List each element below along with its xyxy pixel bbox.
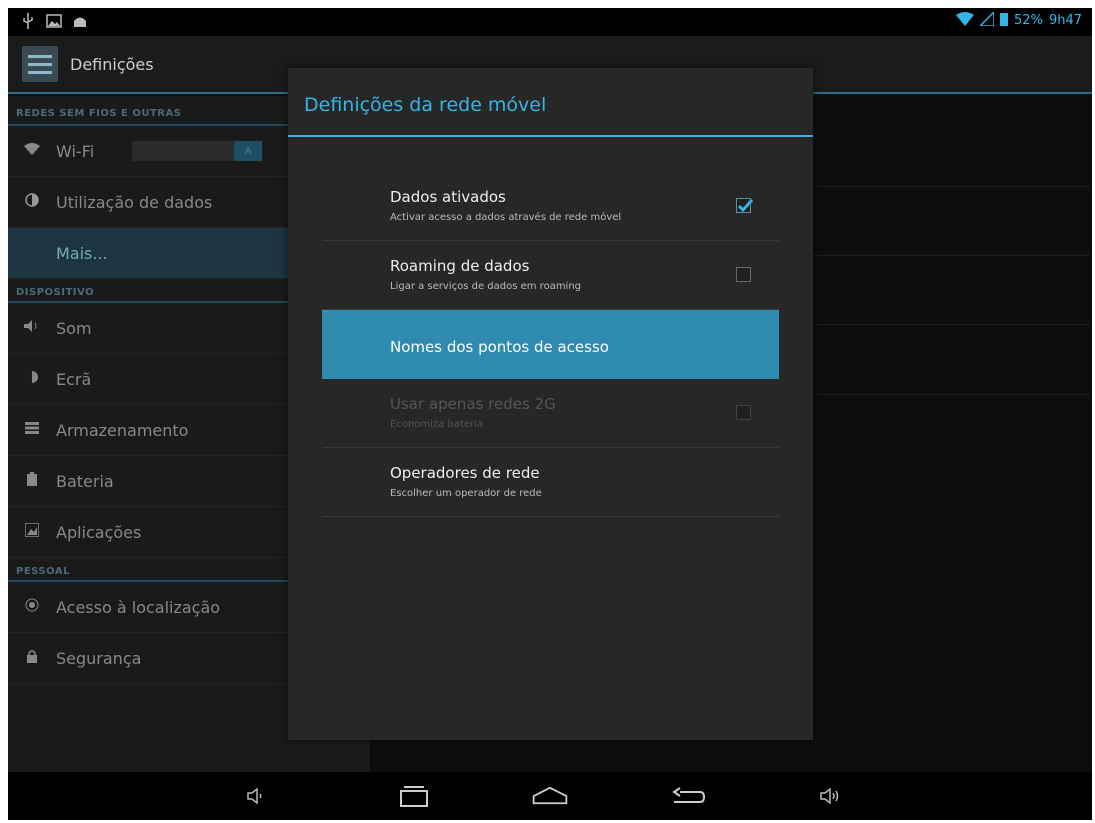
option-data-roaming[interactable]: Roaming de dados Ligar a serviços de dad…: [322, 241, 779, 310]
system-icons: 52% 9h47: [956, 10, 1082, 29]
dialog-title: Definições da rede móvel: [304, 94, 547, 116]
brightness-icon: [20, 370, 44, 388]
sidebar-item-label: Som: [56, 318, 92, 338]
sidebar-item-label: Ecrã: [56, 369, 92, 389]
option-data-enabled[interactable]: Dados ativados Activar acesso a dados at…: [322, 172, 779, 241]
app-title: Definições: [70, 55, 154, 74]
option-title: Usar apenas redes 2G: [390, 395, 556, 413]
option-subtitle: Ligar a serviços de dados em roaming: [390, 281, 582, 292]
sidebar-item-label: Segurança: [56, 648, 142, 668]
status-bar: 52% 9h47: [8, 8, 1092, 36]
option-access-point-names[interactable]: Nomes dos pontos de acesso: [322, 310, 779, 379]
option-subtitle: Activar acesso a dados através de rede m…: [390, 212, 622, 223]
navigation-bar: [8, 772, 1092, 820]
storage-icon: [20, 422, 44, 438]
dialog-title-divider: [288, 135, 813, 137]
android-screen: 52% 9h47 Definições REDES SEM FIOS E OUT…: [8, 8, 1092, 820]
wifi-toggle-label: A: [244, 145, 252, 157]
wifi-icon: [20, 143, 44, 159]
option-subtitle: Economiza bateria: [390, 419, 484, 430]
sidebar-item-label: Bateria: [56, 471, 114, 491]
home-icon[interactable]: [530, 782, 570, 810]
checkmark-icon: [737, 198, 754, 213]
data-enabled-checkbox[interactable]: [736, 198, 754, 213]
image-icon: [46, 13, 62, 29]
battery-icon: [20, 472, 44, 490]
option-title: Nomes dos pontos de acesso: [390, 338, 609, 356]
clock: 9h47: [1048, 13, 1082, 28]
recent-apps-icon[interactable]: [394, 782, 434, 810]
lock-icon: [20, 649, 44, 667]
option-use-only-2g[interactable]: Usar apenas redes 2G Economiza bateria: [322, 379, 779, 448]
apps-icon: [20, 522, 44, 541]
wifi-toggle-knob: A: [234, 141, 263, 161]
option-title: Dados ativados: [390, 188, 506, 206]
notification-icons: [20, 13, 88, 29]
sidebar-item-label: Mais...: [56, 243, 108, 263]
sidebar-item-label: Wi-Fi: [56, 141, 95, 161]
cell-signal-icon: [978, 10, 995, 29]
sidebar-item-label: Aplicações: [56, 522, 142, 542]
back-icon[interactable]: [668, 782, 708, 810]
option-subtitle: Escolher um operador de rede: [390, 488, 542, 499]
android-debug-icon: [72, 13, 88, 29]
dialog-options-list: Dados ativados Activar acesso a dados at…: [322, 172, 779, 517]
data-usage-icon: [20, 193, 44, 211]
data-roaming-checkbox[interactable]: [736, 267, 751, 282]
usb-icon: [20, 13, 36, 29]
battery-status-icon: [1000, 12, 1009, 29]
sidebar-item-label: Acesso à localização: [56, 597, 221, 617]
sidebar-item-label: Armazenamento: [56, 420, 189, 440]
mobile-network-settings-dialog: Definições da rede móvel Dados ativados …: [288, 68, 813, 740]
use-only-2g-checkbox[interactable]: [736, 405, 751, 420]
speaker-icon: [20, 320, 44, 336]
wifi-toggle[interactable]: A: [132, 141, 263, 161]
option-network-operators[interactable]: Operadores de rede Escolher um operador …: [322, 448, 779, 517]
option-title: Operadores de rede: [390, 464, 540, 482]
option-title: Roaming de dados: [390, 257, 530, 275]
volume-up-icon[interactable]: [810, 782, 850, 810]
settings-app-icon[interactable]: [22, 46, 58, 82]
volume-down-icon[interactable]: [236, 782, 276, 810]
wifi-signal-icon: [956, 12, 975, 29]
location-icon: [20, 598, 44, 616]
sidebar-item-label: Utilização de dados: [56, 192, 213, 212]
battery-percent: 52%: [1014, 13, 1043, 28]
